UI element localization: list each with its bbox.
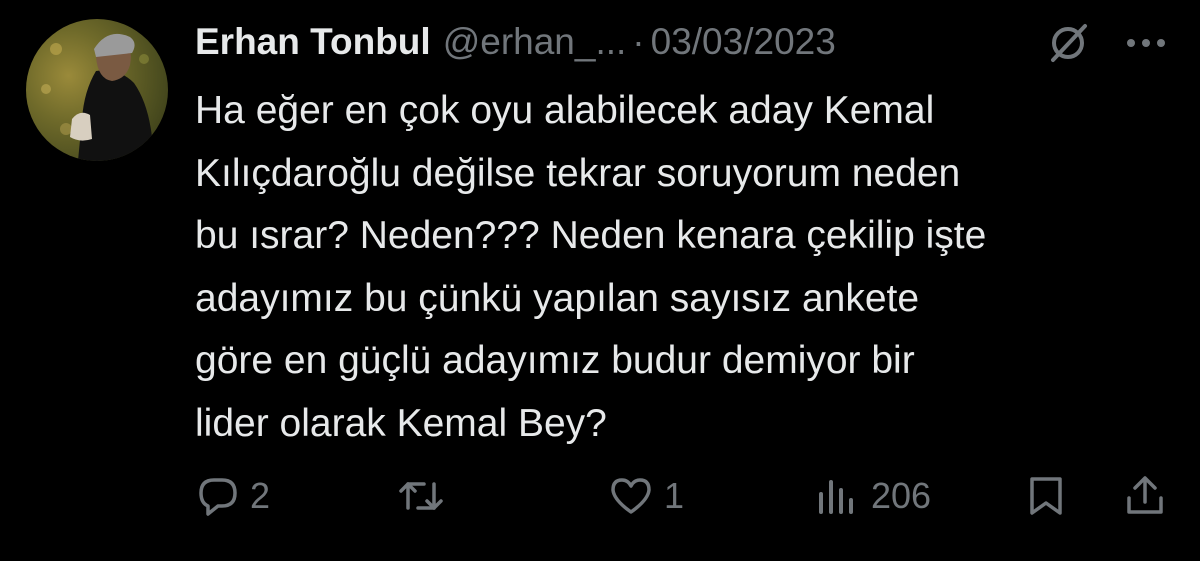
views-icon — [819, 480, 853, 514]
grok-icon[interactable] — [1045, 20, 1091, 66]
separator-dot: · — [632, 21, 645, 62]
tweet-header: Erhan Tonbul @erhan_... · 03/03/2023 — [195, 14, 836, 70]
like-icon — [611, 478, 651, 514]
author-name[interactable]: Erhan Tonbul — [195, 21, 431, 63]
bookmark-icon — [1030, 477, 1062, 515]
tweet-date[interactable]: 03/03/2023 — [651, 21, 836, 63]
avatar-photo — [41, 33, 152, 161]
retweet-icon — [399, 482, 443, 510]
share-button[interactable] — [1124, 466, 1166, 526]
avatar[interactable] — [26, 19, 168, 161]
reply-count: 2 — [250, 475, 271, 516]
reply-icon — [199, 478, 237, 516]
like-button[interactable]: 1 — [608, 466, 684, 526]
author-handle[interactable]: @erhan_... — [443, 21, 627, 63]
tweet: Erhan Tonbul @erhan_... · 03/03/2023 Ha … — [0, 0, 1200, 561]
views-button[interactable]: 206 — [815, 466, 931, 526]
tweet-actions: 2 1 206 — [0, 466, 1200, 526]
retweet-button[interactable] — [398, 466, 454, 526]
tweet-text: Ha eğer en çok oyu alabilecek aday Kemal… — [195, 89, 987, 445]
share-icon — [1127, 476, 1163, 514]
like-count: 1 — [664, 475, 685, 516]
views-count: 206 — [871, 475, 932, 516]
reply-button[interactable]: 2 — [196, 466, 270, 526]
more-icon[interactable] — [1124, 36, 1168, 50]
bookmark-button[interactable] — [1026, 466, 1066, 526]
